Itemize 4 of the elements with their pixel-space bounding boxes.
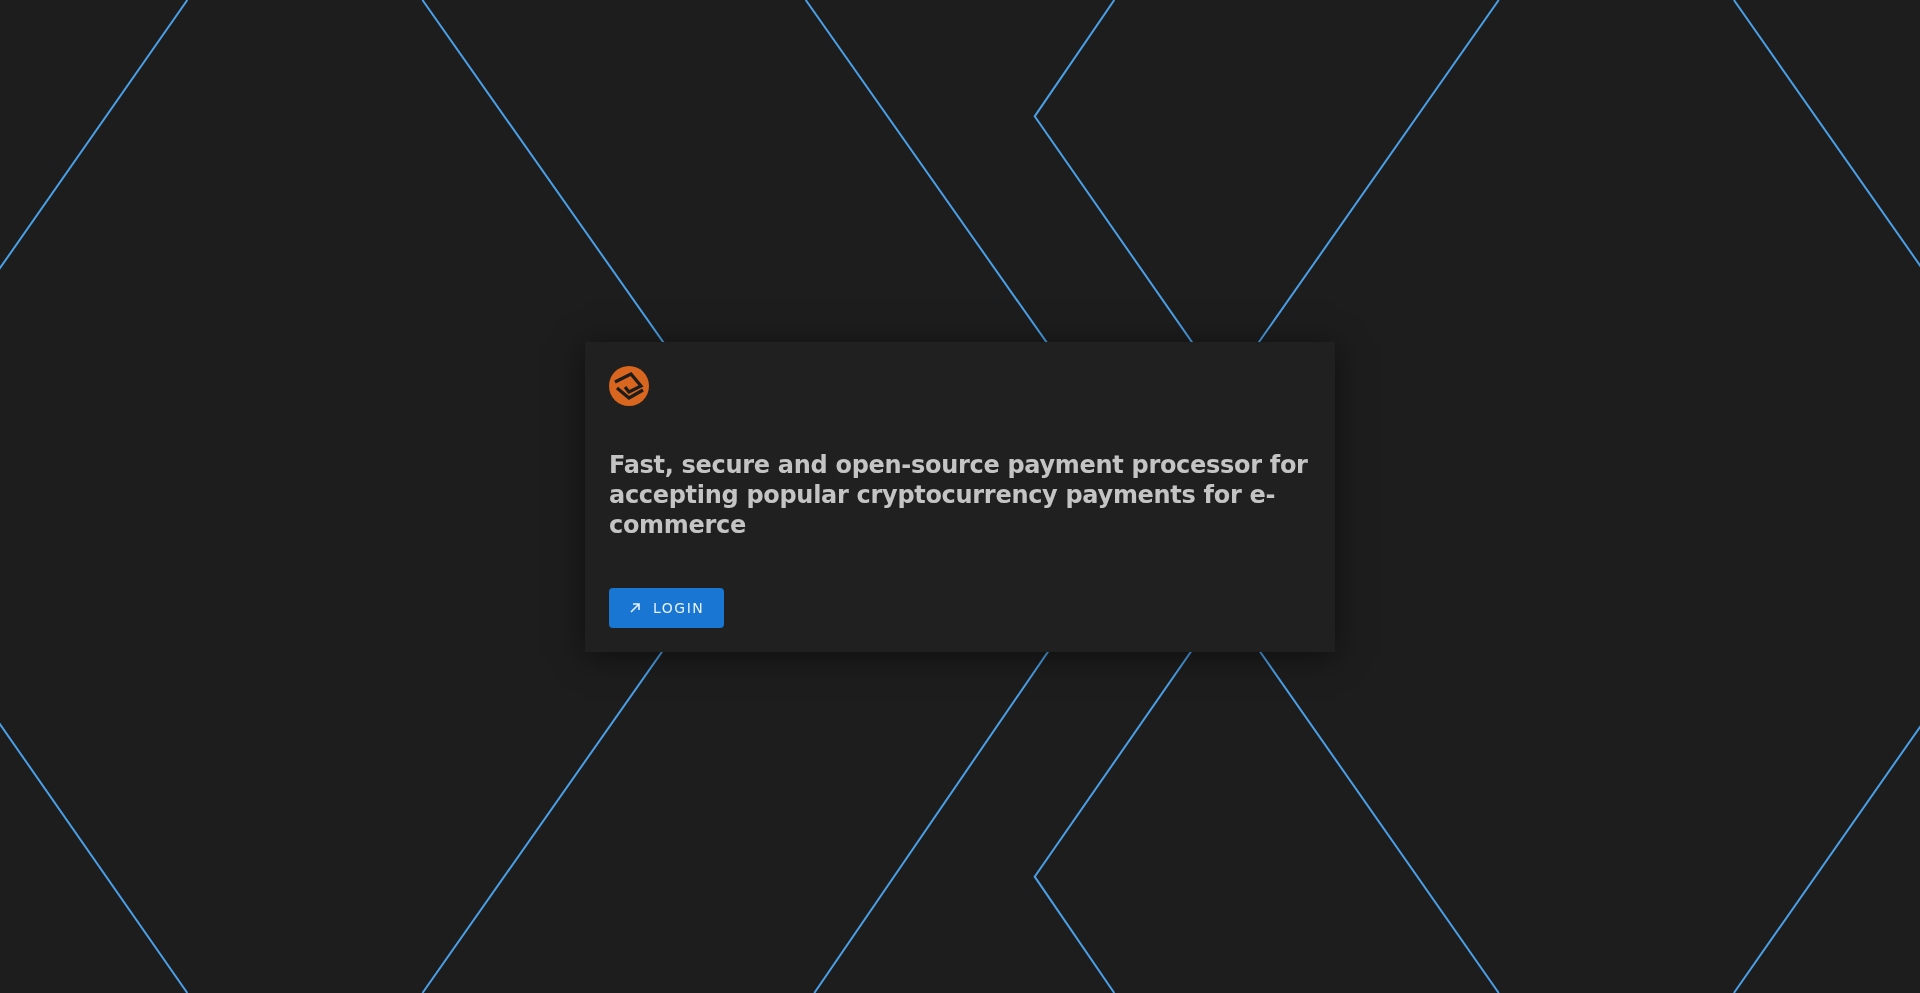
tagline: Fast, secure and open-source payment processor for accepting popular cryptocurrency payments for e-commerce <box>609 449 1309 540</box>
login-button[interactable]: LOGIN <box>609 587 725 628</box>
logo-icon <box>609 365 649 406</box>
arrow-icon <box>629 601 641 614</box>
